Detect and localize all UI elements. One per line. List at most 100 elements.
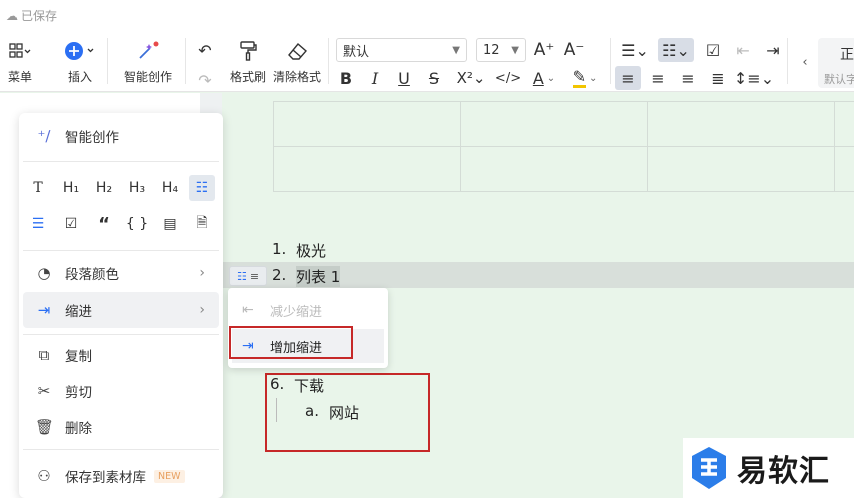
menu-item-indent[interactable]: ⇥ 缩进 › <box>23 292 219 328</box>
scroll-left-button[interactable]: ‹ <box>797 50 813 74</box>
table-col-divider <box>647 102 648 192</box>
quote-style-button[interactable]: “ <box>91 211 117 237</box>
paragraph-style-gallery[interactable]: 正 默认字 <box>818 38 854 88</box>
checkbox-icon: ☑ <box>705 40 721 60</box>
heading4-button[interactable]: H₄ <box>157 175 183 201</box>
block-context-menu: ⁺∕ 智能创作 T H₁ H₂ H₃ H₄ ☷ ☰ ☑ “ { } ▤ 🗎 ◔ … <box>19 113 223 498</box>
menu-item-delete[interactable]: 🗑 删除 <box>23 409 219 445</box>
code-icon: </> <box>494 70 522 86</box>
increase-indent-toolbar-button[interactable]: ⇥ <box>761 38 785 62</box>
heading1-button[interactable]: H₁ <box>58 175 84 201</box>
braces-icon: { } <box>125 216 149 232</box>
heading3-button[interactable]: H₃ <box>124 175 150 201</box>
insert-button[interactable]: 插入 <box>62 38 98 85</box>
menu-item-label: 剪切 <box>65 385 92 401</box>
numbered-list-button[interactable]: ☷⌄ <box>658 38 694 62</box>
inline-code-button[interactable]: </> <box>495 66 521 90</box>
list-item[interactable]: 1. 极光 <box>272 240 326 261</box>
heading-label: H₂ <box>95 180 113 196</box>
heading-label: H₃ <box>128 180 146 196</box>
divider <box>787 38 788 84</box>
align-center-icon: ≡ <box>651 68 665 88</box>
strikethrough-icon: S <box>428 68 440 88</box>
align-right-icon: ≡ <box>681 68 695 88</box>
style-preview: 正 <box>840 47 854 63</box>
menu-item-save-to-library[interactable]: ⚇ 保存到素材库 NEW <box>23 458 219 494</box>
bold-icon: B <box>339 68 353 88</box>
font-family-select[interactable]: 默认 ▼ <box>336 38 467 62</box>
save-block-button[interactable]: 🗎 <box>189 211 215 237</box>
checklist-button[interactable]: ☑ <box>701 38 725 62</box>
bullet-list-style-button[interactable]: ☰ <box>25 211 51 237</box>
numbered-list-icon: ☷⌄ <box>662 40 690 60</box>
highlight-button[interactable]: ✎ ⌄ <box>567 66 603 90</box>
justify-button[interactable]: ≣ <box>705 66 731 90</box>
ai-create-button[interactable]: 智能创作 <box>120 38 176 85</box>
shrink-font-button[interactable]: A⁻ <box>562 38 586 62</box>
checkbox-icon: ☑ <box>64 216 78 232</box>
list-item-selected[interactable]: 2. 列表 1 <box>272 266 341 287</box>
menu-item-decrease-indent[interactable]: ⇤ 减少缩进 <box>232 293 384 327</box>
numbered-list-style-button[interactable]: ☷ <box>189 175 215 201</box>
align-left-icon: ≡ <box>621 68 635 88</box>
strikethrough-button[interactable]: S <box>423 66 445 90</box>
font-size-select[interactable]: 12 ▼ <box>476 38 526 62</box>
undo-button[interactable]: ↶ <box>192 38 218 62</box>
align-left-button[interactable]: ≡ <box>615 66 641 90</box>
menu-item-paragraph-color[interactable]: ◔ 段落颜色 › <box>23 255 219 291</box>
superscript-button[interactable]: X²⌄ <box>453 66 489 90</box>
block-handle[interactable]: ☷ ≡ <box>229 266 267 286</box>
decrease-indent-toolbar-button[interactable]: ⇤ <box>731 38 755 62</box>
new-badge: NEW <box>154 469 185 483</box>
indent-icon: ⇥ <box>37 301 51 319</box>
numbered-list-icon: ☷ <box>195 180 209 196</box>
line-spacing-button[interactable]: ↕≡⌄ <box>734 66 774 90</box>
clear-format-label: 清除格式 <box>272 70 321 84</box>
menu-item-ai-create[interactable]: ⁺∕ 智能创作 <box>23 118 219 154</box>
heading-label: H₁ <box>62 180 80 196</box>
menu-button[interactable]: 菜单 <box>4 38 36 85</box>
heading2-button[interactable]: H₂ <box>91 175 117 201</box>
ai-create-label: 智能创作 <box>123 70 172 84</box>
grow-font-button[interactable]: A⁺ <box>532 38 556 62</box>
redo-button[interactable]: ↷ <box>192 68 218 92</box>
underline-icon: U <box>398 68 410 88</box>
list-number: 2. <box>272 266 287 284</box>
bold-button[interactable]: B <box>335 66 357 90</box>
align-center-button[interactable]: ≡ <box>645 66 671 90</box>
underline-button[interactable]: U <box>393 66 415 90</box>
menu-divider <box>23 161 219 162</box>
text-style-button[interactable]: T <box>25 175 51 201</box>
menu-item-copy[interactable]: ⧉ 复制 <box>23 337 219 373</box>
align-right-button[interactable]: ≡ <box>675 66 701 90</box>
heading-label: H₄ <box>161 180 179 196</box>
undo-icon: ↶ <box>198 40 212 60</box>
chevron-down-icon: ⌄ <box>589 72 598 84</box>
title-bar: ☁ 已保存 <box>0 0 854 30</box>
paint-roller-icon <box>238 38 258 64</box>
checklist-style-button[interactable]: ☑ <box>58 211 84 237</box>
brand-logo-icon <box>692 447 726 489</box>
list-number: 1. <box>272 240 287 258</box>
chevron-down-icon: ▼ <box>511 44 519 56</box>
palette-icon: ◔ <box>37 264 51 282</box>
quote-icon: “ <box>98 213 110 235</box>
highlight-block-button[interactable]: ▤ <box>157 211 183 237</box>
clear-format-button[interactable]: 清除格式 <box>272 38 322 85</box>
cloud-check-icon: ☁ <box>6 8 18 23</box>
format-painter-button[interactable]: 格式刷 <box>228 38 268 85</box>
menu-item-label: 减少缩进 <box>270 304 323 320</box>
code-block-style-button[interactable]: { } <box>124 211 150 237</box>
bullet-list-button[interactable]: ☰⌄ <box>617 38 653 62</box>
menu-divider <box>23 449 219 450</box>
menu-item-label: 保存到素材库 <box>65 470 146 486</box>
font-color-button[interactable]: A ⌄ <box>527 66 561 90</box>
trash-icon: 🗑 <box>35 418 55 436</box>
menu-item-cut[interactable]: ✂ 剪切 <box>23 373 219 409</box>
highlighter-icon: ✎ <box>572 66 586 88</box>
outdent-icon: ⇤ <box>736 40 750 60</box>
menu-divider <box>23 334 219 335</box>
highlight-block-icon: ▤ <box>163 216 177 232</box>
document-table[interactable] <box>273 101 854 192</box>
italic-button[interactable]: I <box>364 66 386 90</box>
